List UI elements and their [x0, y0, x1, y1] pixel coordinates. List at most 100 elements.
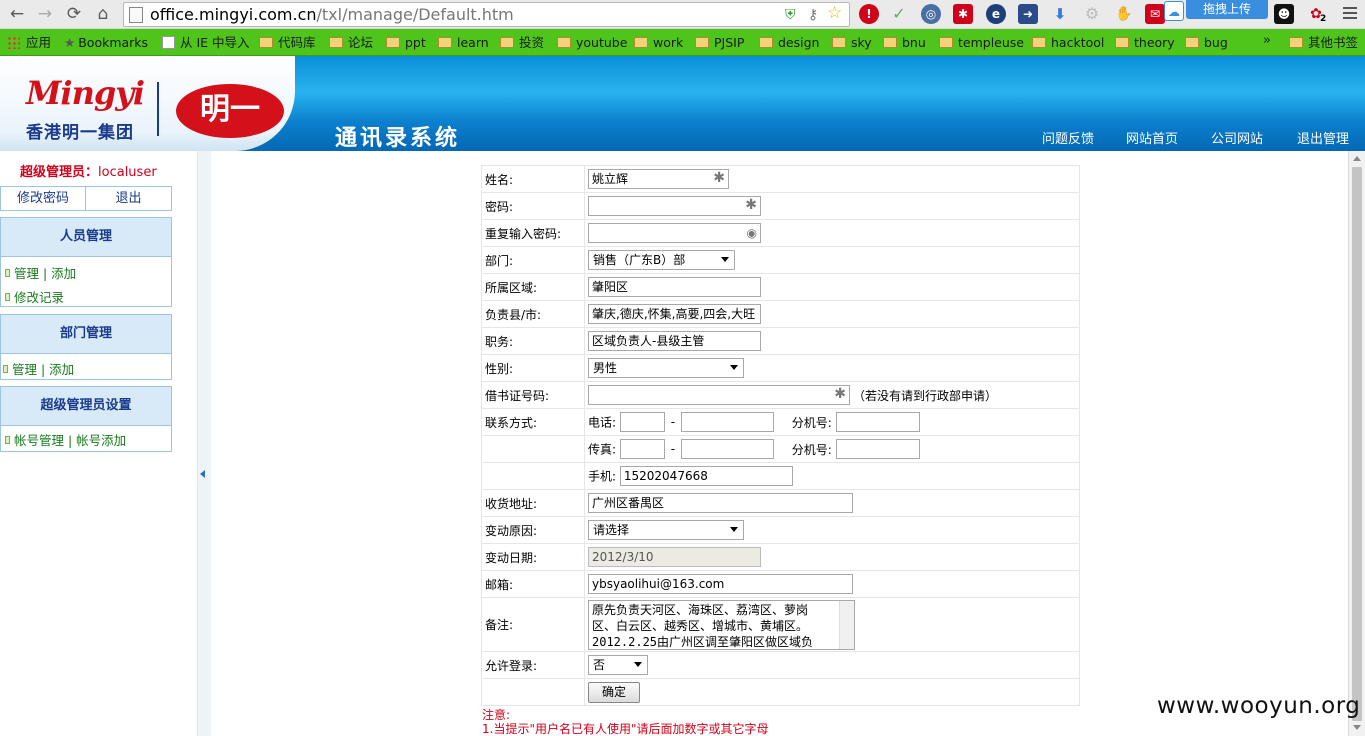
phone-ext-input[interactable]	[835, 412, 920, 432]
mobile-input[interactable]: 15202047668	[619, 466, 793, 486]
textarea-scrollbar[interactable]	[839, 600, 854, 649]
bookmark-apps[interactable]: 应用	[7, 34, 51, 51]
change-reason-select[interactable]: 请选择	[588, 520, 744, 540]
folder-icon	[386, 37, 400, 48]
email-input[interactable]: ybsyaolihui@163.com	[588, 574, 853, 594]
collapse-arrow-icon[interactable]	[200, 470, 205, 478]
password-input[interactable]: ✱	[588, 196, 761, 216]
submit-button[interactable]: 确定	[588, 681, 641, 703]
logout-link[interactable]: 退出	[86, 187, 171, 210]
nav-logout-admin[interactable]: 退出管理	[1297, 128, 1349, 147]
bookmark-folder[interactable]: 论坛	[329, 34, 373, 51]
bookmark-bookmarks[interactable]: ★ Bookmarks	[64, 34, 148, 51]
region-input[interactable]: 肇阳区	[588, 277, 761, 297]
department-select[interactable]: 销售（广东B）部	[588, 250, 735, 270]
bookmark-folder[interactable]: bnu	[883, 34, 926, 51]
change-password-link[interactable]: 修改密码	[1, 187, 86, 210]
account-manage-add-link[interactable]: 帐号管理 | 帐号添加	[5, 430, 126, 449]
library-card-input[interactable]: ✱	[588, 385, 850, 405]
logo-group-name: 香港明一集团	[26, 123, 134, 143]
bookmark-folder[interactable]: hacktool	[1032, 34, 1104, 51]
nav-company-site[interactable]: 公司网站	[1211, 128, 1263, 147]
nav-feedback[interactable]: 问题反馈	[1042, 128, 1094, 147]
link-label: 帐号管理 | 帐号添加	[14, 433, 127, 448]
address-bar[interactable]: office.mingyi.com.cn/txl/manage/Default.…	[123, 2, 850, 27]
position-input[interactable]: 区域负责人-县级主管	[588, 331, 761, 351]
home-icon[interactable]: ⌂	[92, 3, 114, 25]
shield-icon[interactable]: ⛨	[785, 6, 796, 24]
fax-ext-input[interactable]	[835, 439, 920, 459]
bookmark-import-ie[interactable]: 从 IE 中导入	[162, 34, 250, 51]
mask-icon[interactable]: ☻	[1274, 4, 1294, 24]
folder-icon	[695, 37, 709, 48]
nav-site-home[interactable]: 网站首页	[1126, 128, 1178, 147]
chevron-down-icon	[634, 662, 642, 667]
phone-number-input[interactable]	[680, 412, 774, 432]
adblock-icon[interactable]: !	[859, 4, 879, 24]
remark-textarea[interactable]: 原先负责天河区、海珠区、荔湾区、萝岗 区、白云区、越秀区、增城市、黄埔区。 20…	[588, 599, 855, 650]
mail-icon[interactable]: ✉	[1145, 4, 1165, 24]
forward-icon[interactable]: →	[34, 3, 56, 25]
bookmark-folder[interactable]: design	[759, 34, 819, 51]
phone-area-input[interactable]	[619, 412, 665, 432]
scroll-up-icon[interactable]	[1353, 156, 1361, 161]
folder-icon	[1289, 37, 1303, 48]
personnel-manage-add-link[interactable]: 管理 | 添加	[5, 263, 76, 282]
cloud-icon[interactable]: ☁	[1164, 1, 1184, 21]
sidebar-collapse-handle[interactable]	[197, 151, 211, 736]
bookmark-folder[interactable]: PJSIP	[695, 34, 744, 51]
bookmark-label: Bookmarks	[78, 35, 149, 50]
menu-icon[interactable]	[1340, 4, 1360, 24]
address-input[interactable]: 广州区番禺区	[588, 493, 853, 513]
bookmark-label: youtube	[576, 35, 628, 50]
fax-area-input[interactable]	[619, 439, 665, 459]
region-label: 所属区域:	[481, 273, 585, 301]
download-icon[interactable]: ⬇	[1050, 4, 1070, 24]
bookmark-folder[interactable]: 投资	[500, 34, 544, 51]
bookmark-folder[interactable]: templeuse	[939, 34, 1024, 51]
change-log-link[interactable]: 修改记录	[5, 287, 64, 306]
section-department-title[interactable]: 部门管理	[0, 314, 172, 354]
counties-input[interactable]: 肇庆,德庆,怀集,高要,四会,大旺	[588, 304, 761, 324]
key-icon[interactable]: ⚷	[808, 6, 818, 24]
back-icon[interactable]: ←	[6, 3, 28, 25]
more-bookmarks-chevron[interactable]: »	[1263, 33, 1271, 48]
name-input[interactable]: 姚立辉 ✱	[588, 169, 729, 189]
section-superadmin-title[interactable]: 超级管理员设置	[0, 386, 172, 426]
bookmark-folder[interactable]: theory	[1115, 34, 1175, 51]
bookmark-other[interactable]: 其他书签	[1289, 34, 1358, 51]
bookmark-folder[interactable]: ppt	[386, 34, 426, 51]
page-scrollbar[interactable]	[1348, 151, 1365, 736]
hand-icon[interactable]: ✋	[1114, 4, 1134, 24]
bookmark-folder[interactable]: work	[634, 34, 683, 51]
gender-select[interactable]: 男性	[588, 358, 744, 378]
bookmark-folder[interactable]: sky	[832, 34, 872, 51]
link-label: 管理 | 添加	[14, 266, 77, 281]
e-icon[interactable]: e	[986, 4, 1006, 24]
fax-number-input[interactable]	[680, 439, 774, 459]
reveal-icon[interactable]: ◉	[747, 224, 757, 242]
bookmark-folder[interactable]: youtube	[557, 34, 627, 51]
folder-icon	[557, 37, 571, 48]
bookmark-folder[interactable]: 代码库	[259, 34, 316, 51]
allow-login-select[interactable]: 否	[588, 655, 648, 675]
fax-label: 传真:	[588, 442, 617, 457]
circle-icon[interactable]: ◎	[921, 4, 941, 24]
star-icon[interactable]: ☆	[827, 4, 842, 22]
section-personnel-title[interactable]: 人员管理	[0, 217, 172, 257]
chevron-down-icon	[721, 257, 729, 262]
reload-icon[interactable]: ⟳	[63, 3, 85, 25]
scroll-down-icon[interactable]	[1353, 725, 1361, 730]
arrow-icon[interactable]: ➜	[1018, 4, 1038, 24]
remark-line: 区、白云区、越秀区、增城市、黄埔区。	[592, 618, 809, 633]
password-repeat-input[interactable]: ◉	[588, 223, 761, 243]
department-manage-add-link[interactable]: 管理 | 添加	[3, 359, 74, 378]
asterisk-icon[interactable]: ✱	[953, 4, 973, 24]
bookmark-folder[interactable]: bug	[1185, 34, 1228, 51]
bookmark-folder[interactable]: learn	[438, 34, 489, 51]
gear-icon[interactable]: ⚙	[1082, 4, 1102, 24]
sidebar: 超级管理员：localuser 修改密码 退出 人员管理 管理 | 添加 修改记…	[0, 151, 197, 736]
upload-button[interactable]: 拖拽上传	[1186, 0, 1268, 19]
check-icon[interactable]: ✓	[889, 4, 909, 24]
scrollbar-thumb[interactable]	[1352, 167, 1362, 721]
